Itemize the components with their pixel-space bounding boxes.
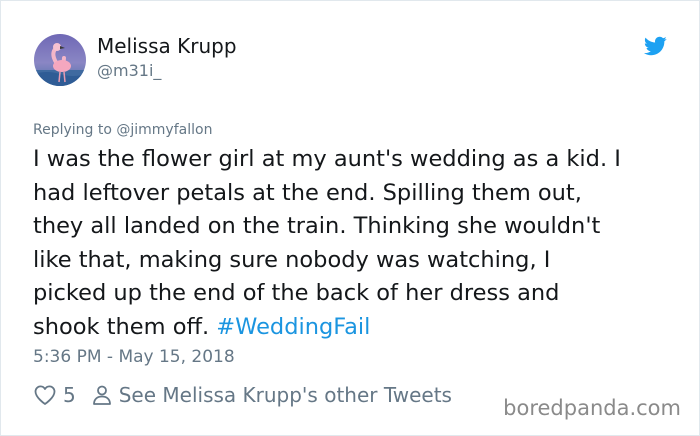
avatar[interactable] — [34, 34, 86, 86]
tweet-line: like that, making sure nobody was watchi… — [33, 246, 551, 273]
twitter-bird-icon[interactable] — [641, 34, 669, 58]
watermark: boredpanda.com — [503, 396, 681, 420]
other-tweets-link[interactable]: See Melissa Krupp's other Tweets — [90, 383, 452, 407]
tweet-text: I was the flower girl at my aunt's weddi… — [33, 143, 681, 344]
avatar-image — [34, 34, 86, 86]
display-name[interactable]: Melissa Krupp — [97, 33, 237, 59]
person-icon — [90, 383, 114, 407]
timestamp[interactable]: 5:36 PM - May 15, 2018 — [33, 346, 235, 368]
tweet-line: picked up the end of the back of her dre… — [33, 280, 560, 306]
like-count: 5 — [63, 383, 76, 407]
reply-context[interactable]: Replying to @jimmyfallon — [33, 121, 212, 139]
tweet-actions: 5 See Melissa Krupp's other Tweets — [33, 382, 452, 408]
tweet-line: had leftover petals at the end. Spilling… — [33, 179, 582, 206]
author-block[interactable]: Melissa Krupp @m31i_ — [97, 33, 237, 82]
tweet-last-text: shook them off. — [33, 313, 210, 340]
tweet-line: they all landed on the train. Thinking s… — [33, 213, 601, 239]
tweet-card: Melissa Krupp @m31i_ Replying to @jimmyf… — [0, 0, 700, 436]
hashtag-link[interactable]: #WeddingFail — [216, 314, 370, 340]
heart-icon — [33, 383, 57, 407]
tweet-line-last: shook them off. #WeddingFail — [33, 311, 681, 345]
tweet-line: I was the flower girl at my aunt's weddi… — [33, 146, 621, 172]
user-handle[interactable]: @m31i_ — [97, 60, 237, 82]
like-button[interactable]: 5 — [33, 383, 76, 407]
other-tweets-label: See Melissa Krupp's other Tweets — [118, 383, 452, 407]
